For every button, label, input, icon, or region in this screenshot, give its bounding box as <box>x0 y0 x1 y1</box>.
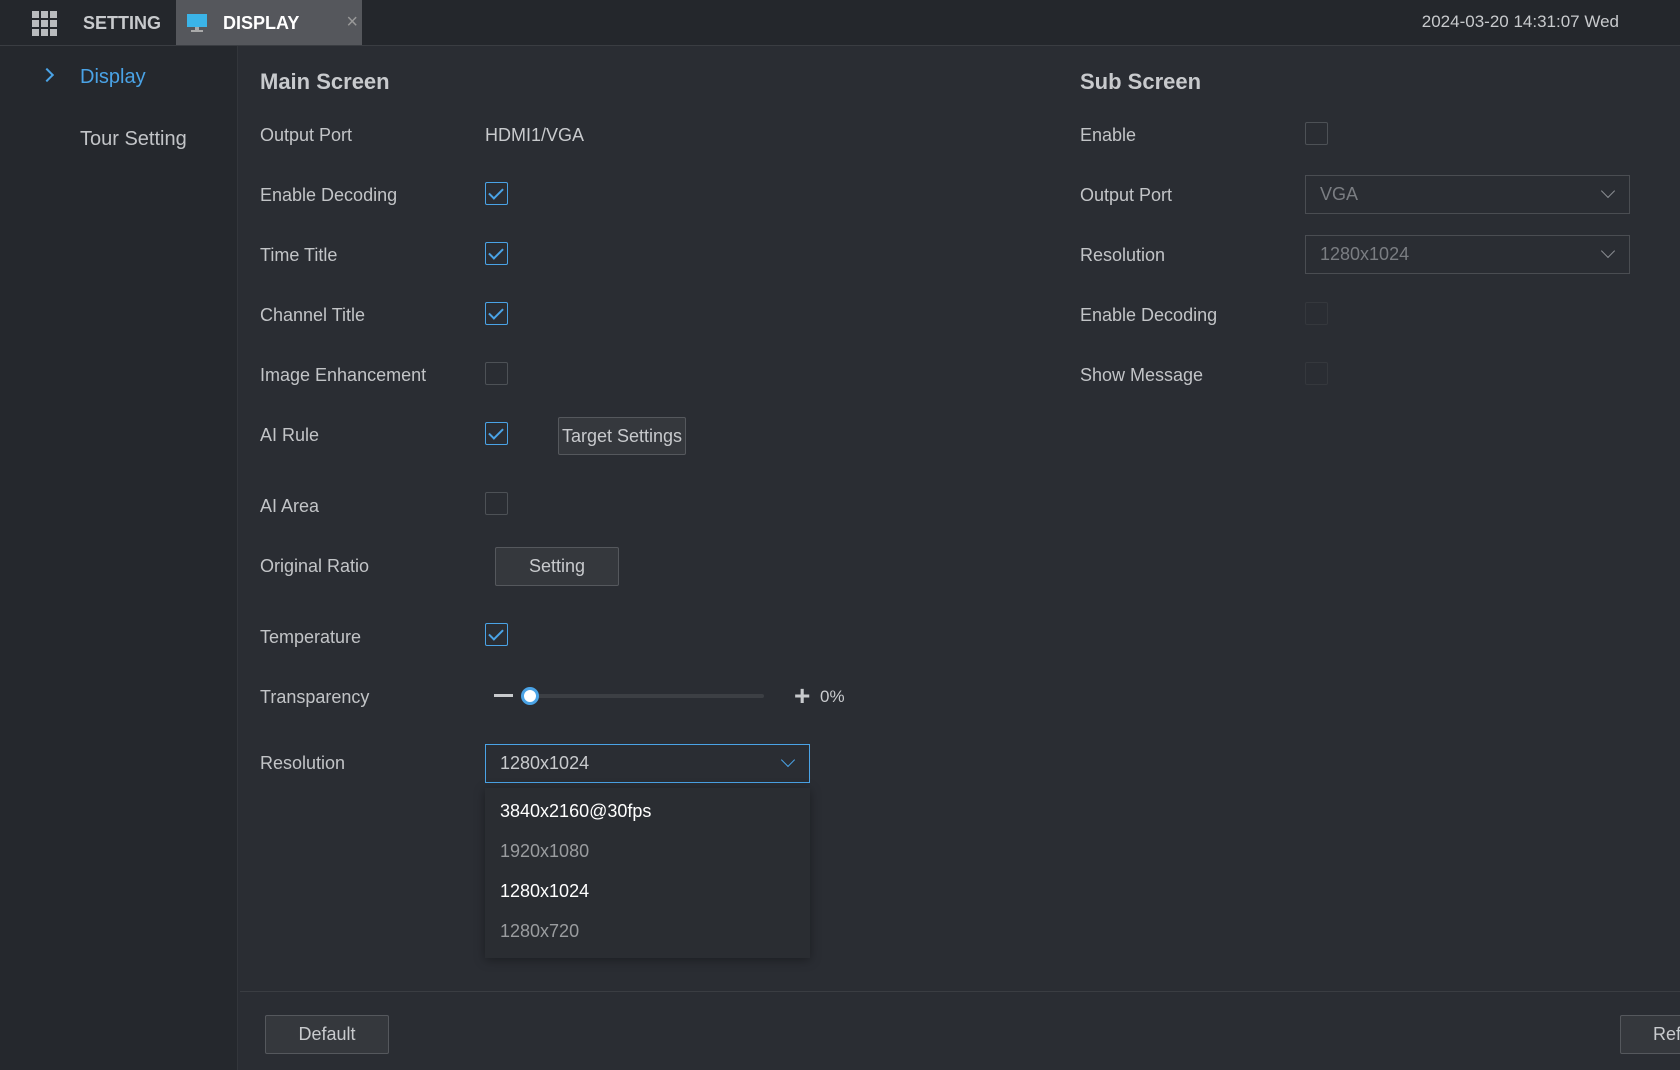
monitor-icon <box>187 14 207 32</box>
transparency-label: Transparency <box>260 687 370 707</box>
sub-resolution-select: 1280x1024 <box>1305 235 1630 274</box>
original-ratio-label: Original Ratio <box>260 556 370 576</box>
setting-tab[interactable]: SETTING <box>83 13 161 34</box>
resolution-label: Resolution <box>260 753 346 773</box>
ai-area-checkbox[interactable] <box>485 492 508 515</box>
resolution-value: 1280x1024 <box>500 753 590 773</box>
transparency-slider-handle[interactable] <box>521 687 539 705</box>
time-title-checkbox[interactable] <box>485 242 508 265</box>
chevron-down-icon <box>1600 243 1616 259</box>
resolution-option-selected[interactable]: 1280x1024 <box>500 881 589 902</box>
temperature-label: Temperature <box>260 627 362 647</box>
grid-menu-icon[interactable] <box>32 11 57 36</box>
refresh-button[interactable]: Ref <box>1620 1015 1680 1054</box>
sub-output-port-select: VGA <box>1305 175 1630 214</box>
resolution-option[interactable]: 1920x1080 <box>500 841 589 862</box>
output-port-value: HDMI1/VGA <box>485 125 585 145</box>
sub-resolution-label: Resolution <box>1080 245 1166 265</box>
top-bar: SETTING DISPLAY × 2024-03-20 14:31:07 We… <box>0 0 1680 46</box>
sub-output-port-value: VGA <box>1320 184 1359 204</box>
original-ratio-setting-button[interactable]: Setting <box>495 547 619 586</box>
ai-rule-checkbox[interactable] <box>485 422 508 445</box>
ai-area-label: AI Area <box>260 496 320 516</box>
tab-label: DISPLAY <box>223 13 300 33</box>
resolution-select[interactable]: 1280x1024 <box>485 744 810 783</box>
output-port-label: Output Port <box>260 125 353 145</box>
footer-divider <box>240 991 1680 992</box>
channel-title-label: Channel Title <box>260 305 366 325</box>
resolution-option[interactable]: 1280x720 <box>500 921 579 942</box>
sub-show-message-label: Show Message <box>1080 365 1204 385</box>
sidebar-item-tour-setting[interactable]: Tour Setting <box>80 128 187 151</box>
main-screen-title: Main Screen <box>260 69 390 94</box>
target-settings-button[interactable]: Target Settings <box>558 417 686 455</box>
enable-decoding-checkbox[interactable] <box>485 182 508 205</box>
close-icon[interactable]: × <box>346 11 358 34</box>
sub-enable-checkbox[interactable] <box>1305 122 1328 145</box>
datetime: 2024-03-20 14:31:07 Wed <box>1421 12 1619 31</box>
transparency-value: 0% <box>820 687 845 706</box>
sub-enable-label: Enable <box>1080 125 1137 145</box>
image-enhancement-checkbox[interactable] <box>485 362 508 385</box>
chevron-down-icon <box>780 752 796 768</box>
sub-resolution-value: 1280x1024 <box>1320 244 1410 264</box>
sidebar-item-display[interactable]: Display <box>80 66 146 89</box>
sub-enable-decoding-label: Enable Decoding <box>1080 305 1218 325</box>
sub-output-port-label: Output Port <box>1080 185 1173 205</box>
ai-rule-label: AI Rule <box>260 425 320 445</box>
minus-icon[interactable] <box>494 694 513 697</box>
channel-title-checkbox[interactable] <box>485 302 508 325</box>
chevron-right-icon <box>39 67 55 83</box>
sub-show-message-checkbox <box>1305 362 1328 385</box>
image-enhancement-label: Image Enhancement <box>260 365 427 385</box>
time-title-label: Time Title <box>260 245 338 265</box>
enable-decoding-label: Enable Decoding <box>260 185 398 205</box>
default-button[interactable]: Default <box>265 1015 389 1054</box>
transparency-slider-track[interactable] <box>521 694 764 698</box>
chevron-down-icon <box>1600 183 1616 199</box>
plus-icon[interactable]: + <box>794 682 810 710</box>
sidebar: Display Tour Setting <box>0 46 238 1070</box>
sub-enable-decoding-checkbox <box>1305 302 1328 325</box>
tab-display[interactable]: DISPLAY × <box>176 0 362 45</box>
resolution-option[interactable]: 3840x2160@30fps <box>500 801 651 822</box>
temperature-checkbox[interactable] <box>485 623 508 646</box>
sub-screen-title: Sub Screen <box>1080 69 1202 94</box>
